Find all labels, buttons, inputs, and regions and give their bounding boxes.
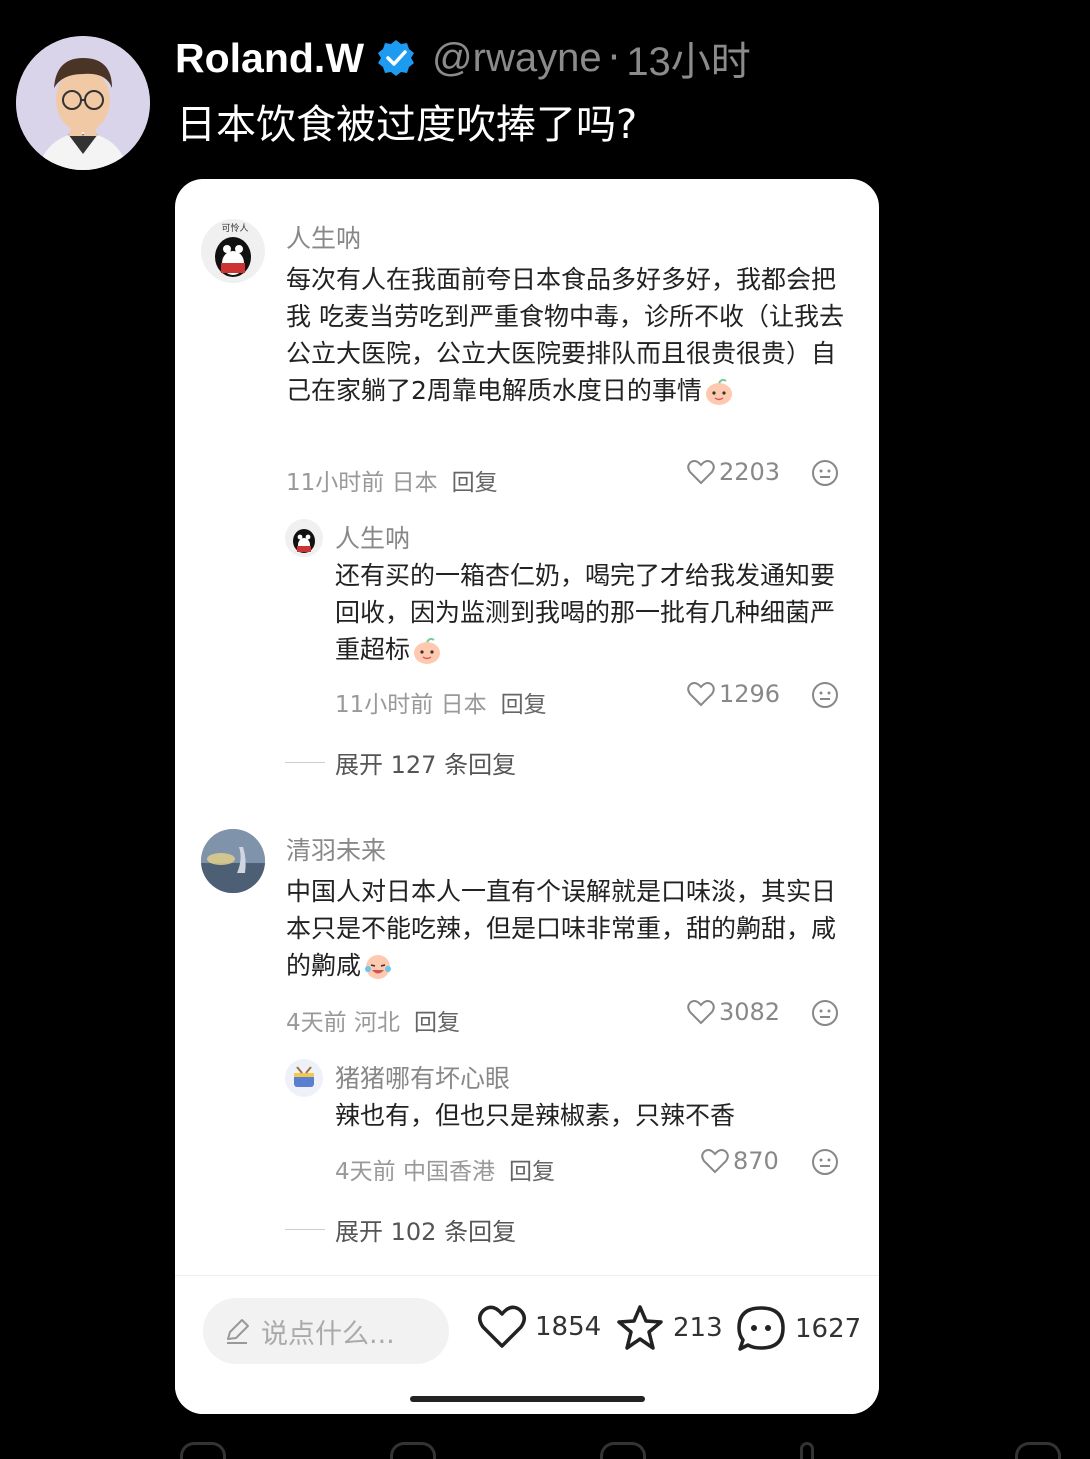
like-icon[interactable] xyxy=(600,1442,646,1459)
tweet-text: 日本饮食被过度吹捧了吗? xyxy=(176,102,638,148)
comment-text: 每次有人在我面前夸日本食品多好多好，我都会把我 吃麦当劳吃到严重食物中毒，诊所不… xyxy=(286,265,844,406)
emoji-react-icon[interactable] xyxy=(811,681,839,709)
heart-icon xyxy=(687,460,715,485)
reply-username[interactable]: 人生呐 xyxy=(335,519,410,555)
author-avatar[interactable] xyxy=(16,36,150,170)
reply-text: 还有买的一箱杏仁奶，喝完了才给我发通知要回收，因为监测到我喝的那一批有几种细菌严… xyxy=(335,561,836,665)
favorite-count: 213 xyxy=(673,1313,723,1343)
reply-button[interactable]: 回复 xyxy=(501,692,547,718)
favorite-button[interactable]: 213 xyxy=(615,1304,723,1352)
heart-icon xyxy=(478,1305,526,1348)
expand-replies-link[interactable]: 展开 127 条回复 xyxy=(285,745,516,780)
views-icon[interactable] xyxy=(800,1442,814,1459)
reply-meta: 11小时前 日本 回复 xyxy=(335,692,547,718)
author-handle[interactable]: @rwayne xyxy=(432,36,602,81)
home-indicator xyxy=(410,1396,645,1402)
comment-input[interactable]: 说点什么... xyxy=(203,1298,449,1364)
reply-button[interactable]: 回复 xyxy=(414,1010,460,1036)
like-count: 1854 xyxy=(535,1312,602,1342)
reply-button[interactable]: 回复 xyxy=(452,470,498,496)
reply-icon[interactable] xyxy=(180,1442,226,1459)
comment-like-button[interactable]: 3082 xyxy=(687,998,780,1026)
author-name[interactable]: Roland.W xyxy=(175,35,364,82)
tweet-header: Roland.W @rwayne · 13小时 xyxy=(175,30,751,86)
peach-face-emoji-icon xyxy=(412,637,442,665)
retweet-icon[interactable] xyxy=(390,1442,436,1459)
share-icon[interactable] xyxy=(1015,1442,1061,1459)
like-button[interactable]: 1854 xyxy=(477,1304,601,1350)
star-icon xyxy=(617,1305,663,1350)
reply-button[interactable]: 回复 xyxy=(509,1159,555,1185)
tweet-action-bar xyxy=(0,1430,1090,1459)
comment-meta: 4天前 河北 回复 xyxy=(286,1010,460,1036)
comment-avatar[interactable] xyxy=(201,829,265,893)
heart-icon xyxy=(701,1149,729,1174)
tweet-time[interactable]: 13小时 xyxy=(626,29,751,87)
comment-username[interactable]: 清羽未来 xyxy=(286,831,386,867)
emoji-react-icon[interactable] xyxy=(811,1148,839,1176)
comment-bottom-bar: 说点什么... 1854 213 1627 xyxy=(175,1275,879,1414)
comment-meta: 11小时前 日本 回复 xyxy=(286,470,498,496)
divider-line xyxy=(285,1229,325,1230)
emoji-react-icon[interactable] xyxy=(811,999,839,1027)
heart-icon xyxy=(687,1000,715,1025)
comment-like-count: 3082 xyxy=(719,998,781,1026)
verified-badge-icon xyxy=(378,40,415,76)
reply-avatar[interactable] xyxy=(285,1059,323,1097)
reply-like-button[interactable]: 1296 xyxy=(687,680,780,708)
separator-dot: · xyxy=(607,35,621,81)
comment-like-button[interactable]: 2203 xyxy=(687,458,780,486)
emoji-react-icon[interactable] xyxy=(811,459,839,487)
comment-input-placeholder: 说点什么... xyxy=(261,1318,395,1350)
pencil-icon xyxy=(227,1319,249,1344)
reply-text: 辣也有，但也只是辣椒素，只辣不香 xyxy=(335,1101,736,1130)
reply-meta: 4天前 中国香港 回复 xyxy=(335,1159,555,1185)
comment-count: 1627 xyxy=(795,1314,862,1344)
peach-face-emoji-icon xyxy=(704,378,734,406)
reply-like-button[interactable]: 870 xyxy=(701,1147,779,1175)
crying-laughing-emoji-icon xyxy=(363,953,393,981)
reply-like-count: 870 xyxy=(733,1147,779,1175)
heart-icon xyxy=(687,682,715,707)
reply-username[interactable]: 猪猪哪有坏心眼 xyxy=(335,1059,510,1095)
chat-bubble-icon xyxy=(737,1306,785,1351)
comment-avatar-label: 可怜人 xyxy=(221,222,248,233)
comment-like-count: 2203 xyxy=(719,458,781,486)
comment-username[interactable]: 人生呐 xyxy=(286,219,361,255)
reply-like-count: 1296 xyxy=(719,680,781,708)
svg-text:可怜人: 可怜人 xyxy=(221,222,248,233)
reply-avatar[interactable] xyxy=(285,519,323,557)
comment-text: 中国人对日本人一直有个误解就是口味淡，其实日本只是不能吃辣，但是口味非常重，甜的… xyxy=(286,877,837,981)
divider-line xyxy=(285,762,325,763)
comment-button[interactable]: 1627 xyxy=(735,1304,861,1354)
expand-replies-link[interactable]: 展开 102 条回复 xyxy=(285,1212,516,1247)
embedded-screenshot-card[interactable]: 可怜人 人生呐 每次有人在我面前夸日本食品多好多好，我都会把我 吃麦当劳吃到严重… xyxy=(175,179,879,1414)
